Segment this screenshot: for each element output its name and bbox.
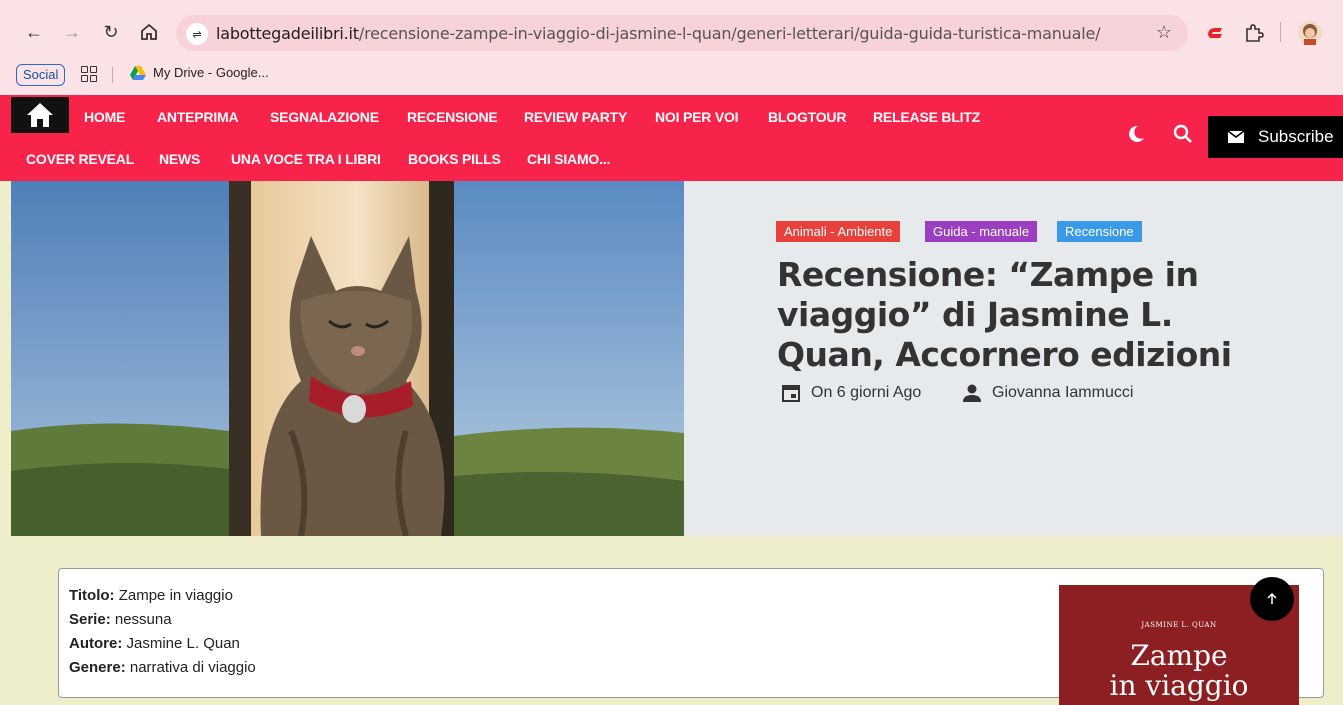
- site-info-icon[interactable]: ⇌: [186, 23, 208, 45]
- apps-grid-icon[interactable]: [81, 66, 97, 82]
- info-autore: Autore: Jasmine L. Quan: [69, 635, 240, 652]
- profile-avatar[interactable]: [1297, 20, 1323, 46]
- home-button[interactable]: [11, 97, 69, 133]
- featured-image: [11, 181, 684, 536]
- arrow-up-icon: [1267, 592, 1277, 604]
- calendar-icon: [782, 385, 800, 402]
- post-header: Animali - Ambiente Guida - manuale Recen…: [684, 181, 1343, 536]
- nav-item-anteprima[interactable]: ANTEPRIMA: [157, 109, 239, 125]
- home-browser-icon[interactable]: [137, 20, 161, 44]
- person-icon: [963, 384, 981, 402]
- bookmark-separator: [112, 67, 113, 83]
- nav-item-chi-siamo[interactable]: CHI SIAMO...: [527, 151, 610, 167]
- forward-arrow-icon[interactable]: →: [60, 20, 84, 44]
- site-navigation: HOME ANTEPRIMA SEGNALAZIONE RECENSIONE R…: [0, 95, 1343, 181]
- cat-photo: [11, 181, 684, 536]
- back-to-top-button[interactable]: [1250, 577, 1294, 621]
- bookmark-star-icon[interactable]: ☆: [1156, 22, 1172, 43]
- toolbar-divider: [1280, 22, 1281, 42]
- category-tag-recensione[interactable]: Recensione: [1057, 221, 1142, 242]
- category-tag-guida[interactable]: Guida - manuale: [925, 221, 1038, 242]
- browser-chrome: ← → ↻ ⇌ labottegadeilibri.it/recensione-…: [0, 0, 1343, 95]
- nav-item-news[interactable]: NEWS: [159, 151, 200, 167]
- extensions-puzzle-icon[interactable]: [1243, 22, 1265, 44]
- nav-item-recensione[interactable]: RECENSIONE: [407, 109, 498, 125]
- url-text[interactable]: labottegadeilibri.it/recensione-zampe-in…: [216, 24, 1101, 43]
- bookmark-my-drive[interactable]: My Drive - Google...: [130, 65, 269, 80]
- nav-item-books-pills[interactable]: BOOKS PILLS: [408, 151, 501, 167]
- search-icon[interactable]: [1172, 123, 1194, 145]
- nav-item-blogtour[interactable]: BLOGTOUR: [768, 109, 846, 125]
- nav-item-noi-per-voi[interactable]: NOI PER VOI: [655, 109, 739, 125]
- extension-red-icon[interactable]: [1204, 22, 1226, 44]
- nav-item-release-blitz[interactable]: RELEASE BLITZ: [873, 109, 980, 125]
- bookmark-social[interactable]: Social: [16, 64, 66, 86]
- category-tag-animali[interactable]: Animali - Ambiente: [776, 221, 901, 242]
- nav-item-cover-reveal[interactable]: COVER REVEAL: [26, 151, 134, 167]
- bookmarks-bar: Social My Drive - Google...: [0, 60, 1343, 90]
- dark-mode-moon-icon[interactable]: [1125, 123, 1147, 145]
- address-bar[interactable]: ⇌ labottegadeilibri.it/recensione-zampe-…: [176, 15, 1188, 51]
- nav-item-review-party[interactable]: REVIEW PARTY: [524, 109, 627, 125]
- nav-item-segnalazione[interactable]: SEGNALAZIONE: [270, 109, 379, 125]
- info-titolo: Titolo: Zampe in viaggio: [69, 587, 233, 604]
- google-drive-icon: [130, 65, 146, 80]
- home-icon: [27, 103, 53, 127]
- mail-icon: [1228, 131, 1244, 143]
- subscribe-button[interactable]: Subscribe: [1208, 116, 1343, 158]
- nav-item-una-voce[interactable]: UNA VOCE TRA I LIBRI: [231, 151, 381, 167]
- info-serie: Serie: nessuna: [69, 611, 172, 628]
- info-genere: Genere: narrativa di viaggio: [69, 659, 256, 676]
- nav-item-home[interactable]: HOME: [84, 109, 125, 125]
- post-author[interactable]: Giovanna Iammucci: [962, 383, 1133, 403]
- post-title: Recensione: “Zampe in viaggio” di Jasmin…: [777, 255, 1232, 374]
- post-date: On 6 giorni Ago: [781, 383, 921, 403]
- reload-icon[interactable]: ↻: [99, 20, 123, 44]
- browser-toolbar: ← → ↻ ⇌ labottegadeilibri.it/recensione-…: [0, 0, 1343, 58]
- back-arrow-icon[interactable]: ←: [22, 20, 46, 44]
